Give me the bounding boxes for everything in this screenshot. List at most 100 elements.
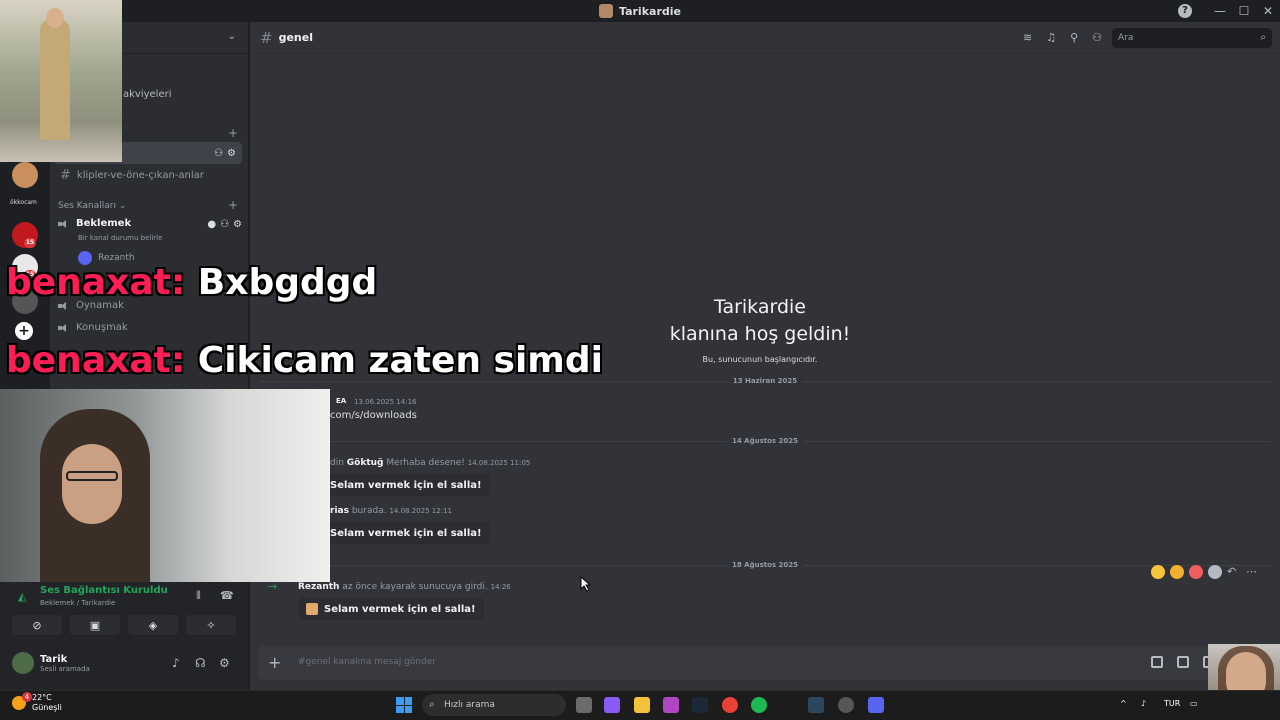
wave-button[interactable]: Selam vermek için el salla! — [322, 474, 490, 496]
message-author[interactable]: rias — [330, 506, 349, 516]
reply-icon[interactable]: ↶ — [1227, 565, 1241, 579]
heart-eyes-icon[interactable] — [1189, 565, 1203, 579]
server-icon-1[interactable] — [12, 162, 38, 188]
soundboard-icon: ✧ — [206, 618, 216, 632]
invite-icon[interactable]: ⚇ — [220, 219, 229, 230]
search-input[interactable]: Ara ⌕ — [1112, 28, 1272, 48]
avatar — [12, 652, 34, 674]
server-label: ökkocam — [10, 199, 37, 206]
channel-name: genel — [278, 31, 313, 44]
taskbar: 22°C Güneşli 4 ⌕ Hızlı arama ^ ♪ TUR ▭ — [0, 690, 1280, 720]
voice-panel: ◭ Ses Bağlantısı Kuruldu Beklemek / Tari… — [0, 582, 248, 690]
channel-klipler[interactable]: # klipler-ve-öne-çıkan-anlar — [54, 164, 242, 186]
voice-category[interactable]: Ses Kanalları ⌄ — [58, 201, 126, 211]
start-icon[interactable] — [396, 697, 412, 713]
add-reaction-icon[interactable] — [1208, 565, 1222, 579]
voice-channel-beklemek[interactable]: Beklemek — [58, 218, 131, 229]
wave-icon — [306, 603, 318, 615]
wave-button[interactable]: Selam vermek için el salla! — [298, 598, 484, 620]
search-icon: ⌕ — [1260, 32, 1266, 43]
gear-icon[interactable]: ⚙ — [219, 656, 230, 670]
weather-condition: Güneşli — [32, 703, 62, 712]
voice-channel-actions: ● ⚇ ⚙ — [207, 219, 242, 230]
tray-chevron-icon[interactable]: ^ — [1120, 699, 1127, 708]
thumbs-up-icon[interactable] — [1170, 565, 1184, 579]
notification-icon[interactable]: ▭ — [1190, 699, 1198, 708]
spotify-icon[interactable] — [751, 697, 767, 713]
message-link[interactable]: com/s/downloads — [330, 410, 417, 421]
system-message: rias burada. 14.08.2025 12:11 — [330, 506, 452, 516]
camera-button[interactable]: ⊘ — [12, 615, 62, 635]
voice-location[interactable]: Beklemek / Tarikardie — [40, 599, 115, 607]
pin-icon[interactable]: ⚲ — [1070, 31, 1078, 44]
notification-badge: 15 — [24, 238, 36, 248]
microphone-icon[interactable]: ♪ — [172, 656, 180, 670]
server-icon — [599, 4, 613, 18]
bell-icon[interactable]: ♫ — [1046, 31, 1056, 44]
header-icons: ≋ ♫ ⚲ ⚇ — [1023, 31, 1102, 44]
disconnect-icon[interactable]: ☎ — [220, 589, 234, 602]
close-button[interactable]: ✕ — [1256, 4, 1280, 18]
message-author[interactable]: Rezanth — [298, 582, 339, 592]
boosts-link[interactable]: akviyeleri — [123, 89, 172, 100]
maximize-button[interactable]: ☐ — [1232, 4, 1256, 18]
user-panel[interactable]: Tarik Sesli aramada — [12, 652, 90, 674]
notification-badge: 4 — [22, 692, 32, 702]
webcam-overlay-streamer — [0, 389, 330, 582]
help-icon[interactable]: ? — [1178, 4, 1192, 18]
invite-icon[interactable]: ⚇ — [214, 148, 223, 159]
chat-icon[interactable]: ● — [207, 219, 216, 230]
emoji-reaction-icon[interactable] — [1151, 565, 1165, 579]
window-title: Tarikardie — [619, 4, 681, 18]
hash-icon: # — [60, 167, 71, 183]
add-voice-channel-icon[interactable]: + — [228, 198, 238, 212]
language-indicator[interactable]: TUR — [1164, 699, 1180, 708]
message-author[interactable]: Göktuğ — [347, 458, 384, 468]
more-icon[interactable]: ⋯ — [1246, 565, 1260, 579]
screen-share-button[interactable]: ▣ — [70, 615, 120, 635]
signal-icon: ◭ — [18, 590, 27, 603]
task-view-icon[interactable] — [576, 697, 592, 713]
file-explorer-icon[interactable] — [634, 697, 650, 713]
gif-icon[interactable] — [1177, 656, 1189, 668]
user-status: Sesli aramada — [40, 664, 90, 673]
message-tag: EA — [336, 397, 347, 405]
mouse-cursor — [580, 576, 592, 592]
channel-actions: ⚇ ⚙ — [214, 148, 236, 159]
microphone-icon[interactable]: ♪ — [1141, 699, 1146, 708]
statue-figure — [40, 20, 70, 140]
voice-channel-konusmak[interactable]: Konuşmak — [58, 322, 128, 333]
channel-header: # genel ≋ ♫ ⚲ ⚇ Ara ⌕ — [250, 22, 1280, 54]
steam-app-icon[interactable] — [808, 697, 824, 713]
activity-button[interactable]: ◈ — [128, 615, 178, 635]
app-icon[interactable] — [838, 697, 854, 713]
message-composer[interactable]: + #genel kanalına mesaj gönder — [258, 646, 1274, 680]
steam-icon[interactable] — [692, 697, 708, 713]
chrome-icon[interactable] — [722, 697, 738, 713]
discord-icon[interactable] — [868, 697, 884, 713]
headphones-icon[interactable]: ☊ — [195, 656, 206, 670]
minimize-button[interactable]: — — [1208, 4, 1232, 18]
noise-suppression-icon[interactable]: ⦀ — [196, 589, 201, 603]
date-divider: 18 Ağustos 2025 — [260, 561, 1270, 569]
date-divider: 13 Haziran 2025 — [260, 377, 1270, 385]
stream-chat-line: benaxat: Bxbgdgd — [6, 262, 378, 303]
soundboard-button[interactable]: ✧ — [186, 615, 236, 635]
voice-channel-status[interactable]: Bir kanal durumu belirle — [78, 234, 162, 242]
taskbar-search[interactable]: ⌕ Hızlı arama — [422, 694, 566, 716]
wave-button[interactable]: Selam vermek için el salla! — [322, 522, 490, 544]
instagram-icon[interactable] — [663, 697, 679, 713]
members-icon[interactable]: ⚇ — [1092, 31, 1102, 44]
add-server-icon[interactable]: + — [15, 322, 33, 340]
add-channel-icon[interactable]: + — [228, 126, 238, 140]
date-divider: 14 Ağustos 2025 — [260, 437, 1270, 445]
copilot-icon[interactable] — [604, 697, 620, 713]
gear-icon[interactable]: ⚙ — [233, 219, 242, 230]
gear-icon[interactable]: ⚙ — [227, 148, 236, 159]
voice-connection-status[interactable]: Ses Bağlantısı Kuruldu — [40, 585, 168, 596]
gift-icon[interactable] — [1151, 656, 1163, 668]
temperature: 22°C — [32, 693, 52, 702]
threads-icon[interactable]: ≋ — [1023, 31, 1032, 44]
add-attachment-icon[interactable]: + — [268, 653, 281, 672]
weather-widget[interactable]: 22°C Güneşli — [12, 693, 62, 713]
